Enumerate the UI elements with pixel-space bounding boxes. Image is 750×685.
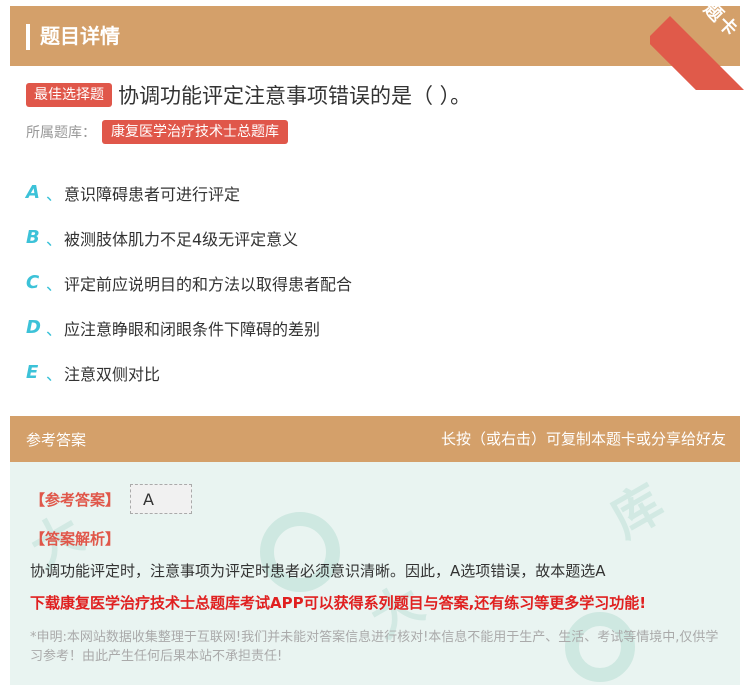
option-separator: 、 — [46, 364, 63, 384]
option-c[interactable]: C 、 评定前应说明目的和方法以取得患者配合 — [26, 260, 352, 305]
detail-header: 题目详情 — [10, 6, 740, 66]
bank-row: 所属题库： 康复医学治疗技术士总题库 — [26, 120, 288, 144]
answer-header: 参考答案 长按（或右击）可复制本题卡或分享给好友 — [10, 416, 740, 462]
question-type-tag: 最佳选择题 — [26, 83, 112, 107]
download-app-link[interactable]: 下载康复医学治疗技术士总题库考试APP可以获得系列题目与答案,还有练习等更多学习… — [30, 592, 646, 613]
answer-label: 【参考答案】 — [30, 490, 121, 509]
option-letter: D — [26, 317, 41, 338]
analysis-label: 【答案解析】 — [30, 530, 121, 548]
option-text: 意识障碍患者可进行评定 — [64, 184, 241, 204]
question-row: 最佳选择题 协调功能评定注意事项错误的是（ ）。 — [26, 80, 726, 110]
option-separator: 、 — [46, 184, 63, 204]
question-text: 协调功能评定注意事项错误的是（ ）。 — [118, 84, 472, 108]
option-b[interactable]: B 、 被测肢体肌力不足4级无评定意义 — [26, 215, 352, 260]
answer-section-title: 参考答案 — [26, 431, 87, 449]
option-a[interactable]: A 、 意识障碍患者可进行评定 — [26, 170, 352, 215]
watermark-glyph: 库 — [600, 473, 674, 550]
option-letter: A — [26, 182, 40, 203]
option-letter: E — [26, 362, 39, 383]
option-text: 被测肢体肌力不足4级无评定意义 — [64, 229, 299, 249]
bank-link[interactable]: 康复医学治疗技术士总题库 — [102, 120, 288, 144]
option-text: 评定前应说明目的和方法以取得患者配合 — [64, 274, 353, 294]
share-hint: 长按（或右击）可复制本题卡或分享给好友 — [440, 430, 726, 448]
corner-ribbon: 题卡 — [650, 0, 750, 90]
option-separator: 、 — [46, 319, 63, 339]
answer-value: A — [143, 489, 154, 509]
page-title: 题目详情 — [40, 24, 120, 48]
analysis-text: 协调功能评定时，注意事项为评定时患者必须意识清晰。因此，A选项错误，故本题选A — [30, 562, 606, 580]
disclaimer-text: *申明:本网站数据收集整理于互联网!我们并未能对答案信息进行核对!本信息不能用于… — [30, 630, 719, 664]
bank-label: 所属题库： — [26, 125, 96, 141]
option-text: 应注意睁眼和闭眼条件下障碍的差别 — [64, 319, 321, 339]
answer-panel: 大 大 库 【参考答案】 A 【答案解析】 协调功能评定时，注意事项为评定时患者… — [10, 462, 740, 685]
answer-image: A — [130, 484, 193, 514]
option-text: 注意双侧对比 — [64, 364, 161, 384]
option-separator: 、 — [46, 274, 63, 294]
option-letter: B — [26, 227, 40, 248]
option-d[interactable]: D 、 应注意睁眼和闭眼条件下障碍的差别 — [26, 305, 352, 350]
answer-row: 【参考答案】 A — [30, 484, 193, 514]
option-e[interactable]: E 、 注意双侧对比 — [26, 350, 352, 395]
option-letter: C — [26, 272, 40, 293]
options-list: A 、 意识障碍患者可进行评定 B 、 被测肢体肌力不足4级无评定意义 C 、 … — [26, 170, 352, 395]
ribbon-label: 题卡 — [699, 0, 743, 42]
header-accent-bar — [26, 24, 30, 50]
option-separator: 、 — [46, 229, 63, 249]
